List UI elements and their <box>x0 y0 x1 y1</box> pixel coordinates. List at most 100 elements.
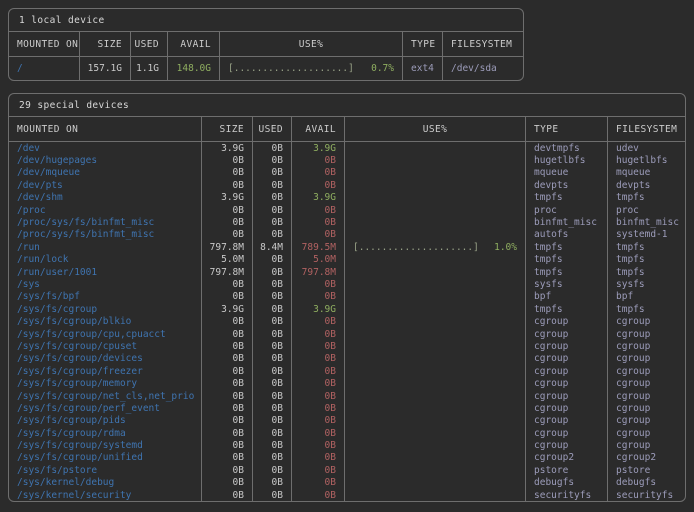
type-cell: cgroup <box>526 365 608 377</box>
type-cell: cgroup2 <box>526 452 608 464</box>
use-percent-cell <box>345 489 526 501</box>
special-devices-title: 29 special devices <box>9 94 685 117</box>
use-percent-cell <box>345 439 526 451</box>
type-cell: sysfs <box>526 278 608 290</box>
type-cell: cgroup <box>526 328 608 340</box>
mount-point-cell: /sys <box>9 278 202 290</box>
avail-cell: 0B <box>292 216 345 228</box>
filesystem-cell: securityfs <box>608 489 685 501</box>
size-cell: 0B <box>202 315 253 327</box>
mount-point-cell: /run/lock <box>9 254 202 266</box>
use-percent-cell <box>345 365 526 377</box>
used-cell: 1.1G <box>131 57 168 80</box>
avail-cell: 0B <box>292 167 345 179</box>
size-cell: 0B <box>202 278 253 290</box>
filesystem-cell: /dev/sda <box>443 57 523 80</box>
filesystem-cell: cgroup <box>608 340 685 352</box>
size-cell: 0B <box>202 179 253 191</box>
filesystem-cell: cgroup <box>608 353 685 365</box>
avail-cell: 0B <box>292 477 345 489</box>
mount-point-cell: /sys/fs/pstore <box>9 464 202 476</box>
col-header-avail: AVAIL <box>168 32 220 57</box>
mount-point-cell: /proc <box>9 204 202 216</box>
filesystem-cell: tmpfs <box>608 303 685 315</box>
avail-cell: 789.5M <box>292 241 345 253</box>
size-cell: 797.8M <box>202 241 253 253</box>
use-percent-cell <box>345 340 526 352</box>
type-cell: hugetlbfs <box>526 154 608 166</box>
type-cell: cgroup <box>526 315 608 327</box>
used-cell: 0B <box>253 229 292 241</box>
filesystem-cell: hugetlbfs <box>608 154 685 166</box>
usage-bar: [....................] <box>353 242 479 253</box>
type-cell: devtmpfs <box>526 142 608 154</box>
type-cell: tmpfs <box>526 303 608 315</box>
mount-point-cell: /sys/fs/cgroup/blkio <box>9 315 202 327</box>
mount-point-cell: /sys/fs/bpf <box>9 291 202 303</box>
use-percent-cell: [....................] 0.7% <box>220 57 403 80</box>
size-cell: 0B <box>202 204 253 216</box>
type-cell: cgroup <box>526 402 608 414</box>
mount-point-cell: /proc/sys/fs/binfmt_misc <box>9 216 202 228</box>
avail-cell: 0B <box>292 464 345 476</box>
size-cell: 5.0M <box>202 254 253 266</box>
col-header-filesystem: FILESYSTEM <box>443 32 523 57</box>
size-cell: 0B <box>202 328 253 340</box>
size-cell: 0B <box>202 402 253 414</box>
type-cell: ext4 <box>403 57 443 80</box>
avail-cell: 5.0M <box>292 254 345 266</box>
avail-cell: 0B <box>292 377 345 389</box>
avail-cell: 0B <box>292 427 345 439</box>
size-cell: 0B <box>202 464 253 476</box>
used-cell: 0B <box>253 315 292 327</box>
avail-cell: 3.9G <box>292 142 345 154</box>
usage-percent: 1.0% <box>494 242 517 253</box>
filesystem-cell: cgroup <box>608 427 685 439</box>
avail-cell: 0B <box>292 291 345 303</box>
type-cell: cgroup <box>526 427 608 439</box>
special-devices-panel: 29 special devices MOUNTED ON SIZE USED … <box>8 93 686 502</box>
avail-cell: 0B <box>292 390 345 402</box>
type-cell: cgroup <box>526 353 608 365</box>
filesystem-cell: cgroup <box>608 390 685 402</box>
used-cell: 0B <box>253 266 292 278</box>
used-cell: 8.4M <box>253 241 292 253</box>
avail-cell: 0B <box>292 154 345 166</box>
used-cell: 0B <box>253 415 292 427</box>
use-percent-cell <box>345 204 526 216</box>
type-cell: devpts <box>526 179 608 191</box>
avail-cell: 0B <box>292 489 345 501</box>
used-cell: 0B <box>253 328 292 340</box>
col-header-use-pct: USE% <box>220 32 403 57</box>
filesystem-cell: mqueue <box>608 167 685 179</box>
special-devices-grid: MOUNTED ON SIZE USED AVAIL USE% TYPE FIL… <box>9 117 685 501</box>
mount-point-cell: /sys/kernel/security <box>9 489 202 501</box>
type-cell: bpf <box>526 291 608 303</box>
filesystem-cell: bpf <box>608 291 685 303</box>
use-percent-cell <box>345 353 526 365</box>
mount-point-cell: /proc/sys/fs/binfmt_misc <box>9 229 202 241</box>
used-cell: 0B <box>253 340 292 352</box>
filesystem-cell: tmpfs <box>608 192 685 204</box>
used-cell: 0B <box>253 179 292 191</box>
use-percent-cell <box>345 291 526 303</box>
filesystem-cell: udev <box>608 142 685 154</box>
use-percent-cell <box>345 390 526 402</box>
used-cell: 0B <box>253 477 292 489</box>
avail-cell: 0B <box>292 353 345 365</box>
used-cell: 0B <box>253 278 292 290</box>
size-cell: 0B <box>202 477 253 489</box>
use-percent-cell <box>345 427 526 439</box>
type-cell: cgroup <box>526 377 608 389</box>
used-cell: 0B <box>253 489 292 501</box>
filesystem-cell: systemd-1 <box>608 229 685 241</box>
use-percent-cell <box>345 154 526 166</box>
type-cell: debugfs <box>526 477 608 489</box>
size-cell: 3.9G <box>202 303 253 315</box>
mount-point-cell: /dev <box>9 142 202 154</box>
avail-cell: 0B <box>292 328 345 340</box>
size-cell: 0B <box>202 291 253 303</box>
usage-percent: 0.7% <box>371 63 394 74</box>
type-cell: autofs <box>526 229 608 241</box>
mount-point-cell: /run/user/1001 <box>9 266 202 278</box>
